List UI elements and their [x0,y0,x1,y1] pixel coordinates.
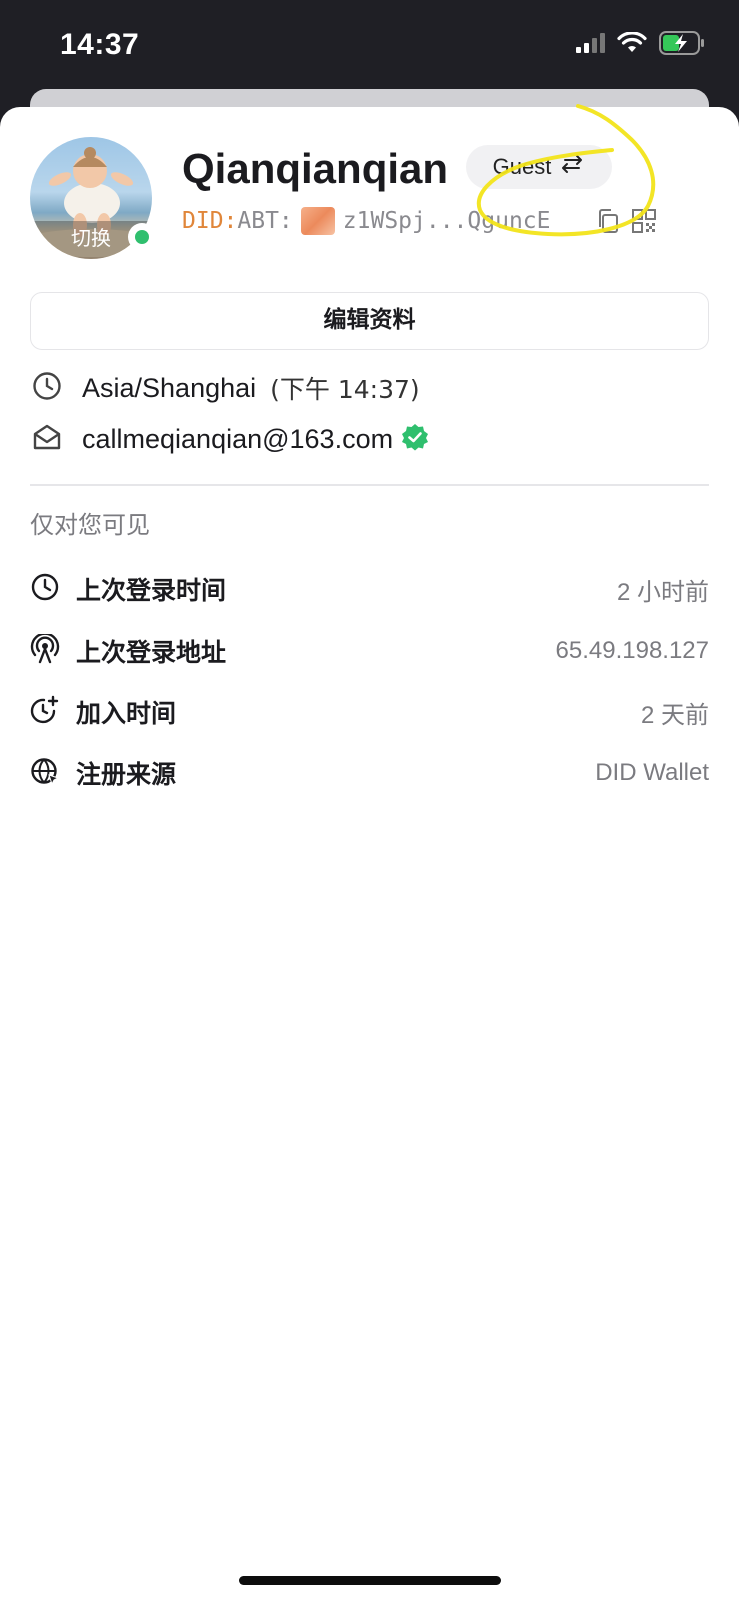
did-avatar-icon [300,207,335,235]
wifi-icon [617,31,647,59]
email-text[interactable]: callmeqianqian@163.com [82,424,393,455]
mail-icon [32,422,62,457]
edit-profile-button[interactable]: 编辑资料 [30,292,709,350]
register-source-row: 注册来源 DID Wallet [30,753,709,793]
copy-icon[interactable] [596,208,620,239]
role-label: Guest [492,154,552,179]
join-time-row: 加入时间 2 天前 [30,692,709,732]
local-time-text: (下午 14:37) [270,375,420,404]
timezone-text: Asia/Shanghai [82,372,257,403]
globe-icon [30,756,60,791]
did-tools [596,208,656,239]
kv-label: 上次登录地址 [76,638,227,667]
kv-label: 上次登录时间 [76,576,227,605]
verified-badge-icon [401,423,429,456]
profile-sheet: 切换 Qianqianqian Guest DID:ABT: z1WSpj...… [0,107,739,1600]
status-icons [575,31,705,60]
kv-label: 加入时间 [76,699,177,728]
timezone-row: Asia/Shanghai (下午 14:37) [32,370,420,406]
qrcode-icon[interactable] [632,209,656,238]
clock-plus-icon [30,695,60,730]
clock-icon [30,572,60,607]
clock-icon [32,371,62,406]
kv-value: 2 天前 [640,701,709,729]
kv-value: 2 小时前 [616,578,709,606]
status-bar: 14:37 [0,0,739,95]
user-name: Qianqianqian [182,145,449,192]
switch-role-button[interactable]: Guest [466,145,612,189]
kv-value: DID Wallet [595,759,709,786]
kv-value: 65.49.198.127 [555,637,709,664]
status-time: 14:37 [60,28,140,61]
avatar-container[interactable]: 切换 [30,137,156,261]
private-section-label: 仅对您可见 [30,511,150,539]
online-status-indicator [128,223,156,251]
section-divider [30,484,709,486]
did-row: DID:ABT: z1WSpj...QguncE [182,207,551,235]
broadcast-icon [30,632,60,669]
email-row: callmeqianqian@163.com [32,422,429,457]
battery-charging-icon [659,31,705,60]
signal-icon [575,32,605,59]
kv-label: 注册来源 [76,760,177,789]
did-address[interactable]: z1WSpj...QguncE [343,208,551,234]
last-login-time-row: 上次登录时间 2 小时前 [30,569,709,609]
did-chain: ABT: [237,208,293,234]
last-login-address-row: 上次登录地址 65.49.198.127 [30,631,709,671]
home-indicator [239,1576,501,1585]
switch-arrows-icon [559,154,585,180]
did-prefix: DID: [182,208,238,234]
